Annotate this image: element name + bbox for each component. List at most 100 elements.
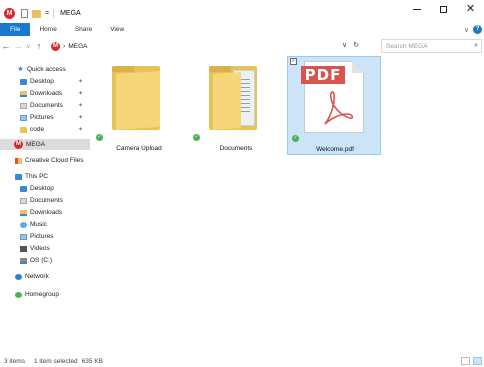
search-icon: ⌕ [474, 42, 478, 49]
sidebar-item-pc-downloads[interactable]: Downloads [0, 207, 90, 218]
file-item-documents[interactable]: ✓ Documents [189, 56, 283, 155]
tab-file[interactable]: File [0, 23, 31, 36]
mega-location-icon [51, 41, 60, 51]
pin-icon[interactable]: ✦ [78, 78, 83, 85]
sidebar-item-mega[interactable]: M MEGA [0, 139, 90, 150]
sidebar-item-music[interactable]: Music [0, 219, 90, 230]
pin-icon[interactable]: ✦ [78, 114, 83, 121]
customize-toolbar-button[interactable]: = [45, 10, 49, 17]
window-controls: ✕ [403, 0, 484, 18]
sidebar-item-pc-documents[interactable]: Documents [0, 195, 90, 206]
maximize-button[interactable] [430, 0, 457, 18]
sidebar-item-label: Music [30, 221, 47, 228]
sidebar-item-desktop[interactable]: Desktop ✦ [0, 76, 90, 87]
sidebar-item-label: Documents [30, 197, 63, 204]
back-button[interactable]: ← [0, 41, 12, 51]
tab-view[interactable]: View [101, 23, 133, 36]
ribbon-tabs: File Home Share View ∨ ? [0, 23, 484, 36]
folder-icon [20, 126, 27, 133]
pin-icon[interactable]: ✦ [78, 126, 83, 133]
video-icon [20, 245, 27, 252]
pin-icon[interactable]: ✦ [78, 102, 83, 109]
mega-icon: M [14, 140, 23, 149]
sidebar-item-quick-access[interactable]: ★ Quick access [0, 64, 90, 75]
close-button[interactable]: ✕ [457, 0, 484, 18]
new-folder-icon[interactable] [32, 9, 41, 18]
breadcrumb-mega[interactable]: MEGA [68, 43, 87, 50]
sidebar-item-code[interactable]: code ✦ [0, 124, 90, 135]
downloads-folder-icon [20, 90, 27, 97]
file-item-camera-upload[interactable]: ✓ Camera Upload [92, 56, 186, 155]
documents-folder-icon [20, 102, 27, 109]
sidebar-item-label: code [30, 126, 45, 133]
sidebar-item-label: Downloads [30, 209, 63, 216]
search-box[interactable]: Search MEGA ⌕ [381, 39, 482, 53]
forward-button[interactable]: → [12, 41, 24, 51]
sidebar-item-downloads[interactable]: Downloads ✦ [0, 88, 90, 99]
file-name: Welcome.pdf [316, 146, 354, 153]
folder-front [116, 70, 160, 130]
desktop-folder-icon [20, 185, 27, 192]
sidebar-item-os-drive[interactable]: OS (C:) [0, 255, 90, 266]
sidebar-item-pictures[interactable]: Pictures ✦ [0, 112, 90, 123]
folder-icon [112, 66, 160, 130]
pdf-label: PDF [301, 66, 345, 84]
sidebar-item-videos[interactable]: Videos [0, 243, 90, 254]
expand-ribbon-icon[interactable]: ∨ [464, 26, 469, 34]
file-item-welcome-pdf[interactable]: ✓ PDF ✓ Welcome.pdf [287, 56, 381, 155]
mega-app-icon[interactable] [4, 8, 15, 19]
refresh-icon[interactable]: ↻ [353, 41, 359, 49]
star-icon: ★ [17, 65, 24, 73]
sidebar-item-network[interactable]: Network [0, 271, 90, 282]
close-icon: ✕ [465, 2, 476, 15]
selection-count: 1 item selected [33, 358, 78, 365]
folder-front [213, 72, 241, 130]
sidebar-item-label: Pictures [30, 233, 54, 240]
recent-locations-button[interactable]: ∨ [24, 43, 33, 50]
minimize-button[interactable] [403, 0, 430, 18]
sidebar-item-creative-cloud[interactable]: Creative Cloud Files [0, 155, 90, 166]
details-view-icon[interactable] [461, 357, 470, 365]
sidebar-item-label: Homegroup [25, 291, 59, 298]
sidebar-item-label: Quick access [27, 66, 66, 73]
sync-check-icon: ✓ [96, 134, 103, 141]
minimize-icon [412, 8, 421, 10]
file-list: ✓ Camera Upload ✓ Documents ✓ PDF ✓ Welc… [92, 56, 484, 356]
creative-cloud-icon [15, 157, 22, 164]
toolbar-divider [53, 9, 55, 18]
window-title: MEGA [60, 10, 81, 17]
pictures-folder-icon [20, 233, 27, 240]
tab-share[interactable]: Share [66, 23, 101, 36]
desktop-folder-icon [20, 78, 27, 85]
address-dropdown-icon[interactable]: ∨ [342, 41, 347, 49]
sidebar-item-pc-pictures[interactable]: Pictures [0, 231, 90, 242]
address-actions: ∨ ↻ [342, 41, 359, 49]
homegroup-icon [15, 291, 22, 298]
large-icons-view-icon[interactable] [473, 357, 482, 365]
network-icon [15, 273, 22, 280]
sidebar-item-label: Creative Cloud Files [25, 157, 84, 164]
downloads-folder-icon [20, 209, 27, 216]
sidebar-item-this-pc[interactable]: This PC [0, 171, 90, 182]
sidebar-item-label: Videos [30, 245, 50, 252]
breadcrumb-separator[interactable]: › [63, 43, 65, 50]
tab-home[interactable]: Home [30, 23, 65, 36]
help-icon[interactable]: ? [473, 25, 482, 34]
sidebar-item-homegroup[interactable]: Homegroup [0, 289, 90, 300]
search-input[interactable]: Search MEGA [386, 43, 428, 50]
status-bar: 3 items 1 item selected 635 KB [0, 356, 484, 367]
up-button[interactable]: ↑ [33, 41, 45, 51]
selection-checkbox[interactable]: ✓ [290, 58, 297, 65]
pin-icon[interactable]: ✦ [78, 90, 83, 97]
address-bar[interactable]: › MEGA ∨ ↻ [49, 39, 365, 53]
navigation-bar: ← → ∨ ↑ › MEGA ∨ ↻ Search MEGA ⌕ [0, 38, 484, 54]
pictures-folder-icon [20, 114, 27, 121]
quick-access-toolbar: = [21, 9, 55, 18]
sync-check-icon: ✓ [292, 135, 299, 142]
properties-icon[interactable] [21, 9, 28, 18]
sidebar-item-pc-desktop[interactable]: Desktop [0, 183, 90, 194]
sidebar-item-documents[interactable]: Documents ✦ [0, 100, 90, 111]
view-toggle [461, 357, 482, 365]
sidebar-item-label: This PC [25, 173, 49, 180]
folder-tab [209, 66, 231, 72]
